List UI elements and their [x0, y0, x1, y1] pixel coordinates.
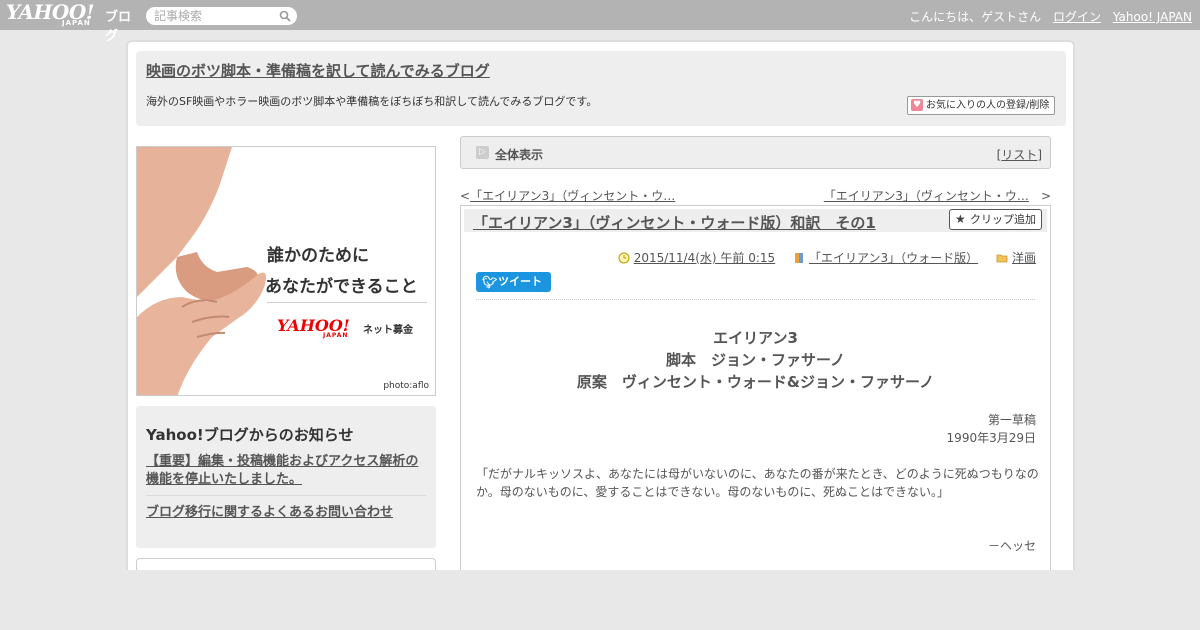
view-all-label: 全体表示	[495, 148, 544, 162]
page-bottom-strip	[0, 570, 1200, 630]
list-view-link[interactable]: リスト	[1001, 148, 1037, 162]
draft-label: 第一草稿	[987, 413, 1036, 427]
list-bracket-close: ]	[1037, 148, 1042, 162]
article-title[interactable]: 「エイリアン3」（ヴィンセント・ウォード版）和訳 その1	[473, 212, 876, 233]
article-date-link[interactable]: 2015/11/4(水) 午前 0:15	[634, 251, 775, 265]
date-meta: 2015/11/4(水) 午前 0:15	[618, 251, 779, 265]
tweet-label: ツイート	[498, 275, 542, 288]
article: 「エイリアン3」（ヴィンセント・ウォード版）和訳 その1 ★ クリップ追加 20…	[460, 205, 1051, 630]
greeting-text: こんにちは、ゲストさん	[909, 10, 1042, 24]
clip-add-button[interactable]: ★ クリップ追加	[949, 209, 1042, 230]
banner-divider	[267, 302, 427, 303]
article-pagination: <「エイリアン3」（ヴィンセント・ウ… 「エイリアン3」（ヴィンセント・ウ… >	[460, 187, 1051, 203]
banner-line-1: 誰かのために	[267, 246, 369, 266]
search-box	[146, 7, 297, 25]
blog-header: 映画のボツ脚本・準備稿を訳して読んでみるブログ 海外のSF映画やホラー映画のボツ…	[136, 51, 1066, 126]
yahoo-blog-logo[interactable]: YAHOO! JAPAN ブログ	[6, 0, 140, 44]
favorite-button-label: お気に入りの人の登録/削除	[926, 100, 1050, 111]
login-link[interactable]: ログイン	[1053, 10, 1101, 24]
draft-date: 1990年3月29日	[946, 431, 1036, 445]
epigraph-quote: 「だがナルキッソスよ、あなたには母がいないのに、あなたの番が来たとき、どのように…	[476, 467, 1039, 499]
article-book-link[interactable]: 「エイリアン3」（ウォード版）	[809, 251, 978, 265]
notice-link-faq[interactable]: ブログ移行に関するよくあるお問い合わせ	[146, 501, 393, 520]
notice-divider	[146, 495, 426, 496]
blog-description: 海外のSF映画やホラー映画のボツ脚本や準備稿をぼちぼち和訳して読んでみるブログで…	[146, 95, 598, 108]
user-nav: こんにちは、ゲストさん ログイン Yahoo! JAPAN	[901, 8, 1192, 25]
blog-title[interactable]: 映画のボツ脚本・準備稿を訳して読んでみるブログ	[146, 60, 490, 81]
draft-info: 第一草稿 1990年3月29日	[947, 411, 1036, 447]
dotted-divider	[476, 299, 1035, 300]
logo-sub: JAPAN	[62, 19, 91, 27]
prev-article-link[interactable]: 「エイリアン3」（ヴィンセント・ウ…	[470, 189, 675, 203]
arrow-right-icon: ▷	[476, 146, 489, 159]
search-icon[interactable]	[279, 10, 291, 22]
banner-service-name: ネット募金	[363, 325, 413, 336]
epigraph-author: －ヘッセ	[987, 539, 1036, 553]
notice-box: Yahoo!ブログからのお知らせ 【重要】編集・投稿機能およびアクセス解析の機能…	[136, 406, 436, 548]
star-icon: ★	[955, 212, 966, 226]
notice-title: Yahoo!ブログからのお知らせ	[146, 426, 354, 444]
next-arrow-icon: >	[1040, 189, 1051, 203]
book-meta: 「エイリアン3」（ウォード版）	[793, 251, 982, 265]
banner-yahoo-logo-sub: JAPAN	[323, 332, 349, 339]
view-mode-bar: ▷ 全体表示 [リスト]	[460, 136, 1051, 169]
favorite-register-button[interactable]: ♥ お気に入りの人の登録/削除	[907, 96, 1055, 115]
script-writer: 脚本 ジョン・ファサーノ	[665, 351, 846, 369]
prev-article: <「エイリアン3」（ヴィンセント・ウ…	[460, 187, 675, 204]
prev-arrow-icon: <	[460, 189, 471, 203]
logo-blog-label: ブログ	[105, 10, 132, 44]
clock-icon	[618, 252, 630, 264]
folder-icon	[996, 254, 1008, 263]
next-article-link[interactable]: 「エイリアン3」（ヴィンセント・ウ…	[824, 189, 1029, 203]
banner-line-2: あなたができること	[265, 277, 418, 297]
main-container: 映画のボツ脚本・準備稿を訳して読んでみるブログ 海外のSF映画やホラー映画のボツ…	[126, 40, 1075, 630]
category-meta: 洋画	[996, 251, 1036, 265]
script-title-block: エイリアン3 脚本 ジョン・ファサーノ 原案 ヴィンセント・ウォード&ジョン・フ…	[476, 327, 1035, 393]
book-icon	[795, 253, 803, 263]
article-header: 「エイリアン3」（ヴィンセント・ウォード版）和訳 その1 ★ クリップ追加	[464, 209, 1047, 232]
notice-link-important[interactable]: 【重要】編集・投稿機能およびアクセス解析の機能を停止いたしました。	[146, 453, 426, 489]
twitter-bird-icon: 🐦︎	[482, 275, 498, 289]
yahoo-japan-link[interactable]: Yahoo! JAPAN	[1113, 10, 1192, 24]
article-category-link[interactable]: 洋画	[1012, 251, 1036, 265]
charity-banner[interactable]: 誰かのために あなたができること YAHOO! JAPAN ネット募金 phot…	[136, 146, 436, 396]
search-input[interactable]	[154, 8, 274, 24]
script-story: 原案 ヴィンセント・ウォード&ジョン・ファサーノ	[576, 373, 935, 391]
tweet-button[interactable]: 🐦︎ ツイート	[476, 272, 551, 292]
list-view-toggle: [リスト]	[997, 146, 1042, 163]
article-meta: 2015/11/4(水) 午前 0:15 「エイリアン3」（ウォード版） 洋画	[604, 249, 1036, 266]
banner-photo-credit: photo:aflo	[383, 381, 429, 391]
next-article: 「エイリアン3」（ヴィンセント・ウ… >	[824, 187, 1051, 204]
top-bar: YAHOO! JAPAN ブログ こんにちは、ゲストさん ログイン Yahoo!…	[0, 0, 1200, 44]
script-title: エイリアン3	[713, 329, 798, 347]
heart-icon: ♥	[911, 99, 923, 111]
clip-button-label: クリップ追加	[970, 213, 1036, 226]
